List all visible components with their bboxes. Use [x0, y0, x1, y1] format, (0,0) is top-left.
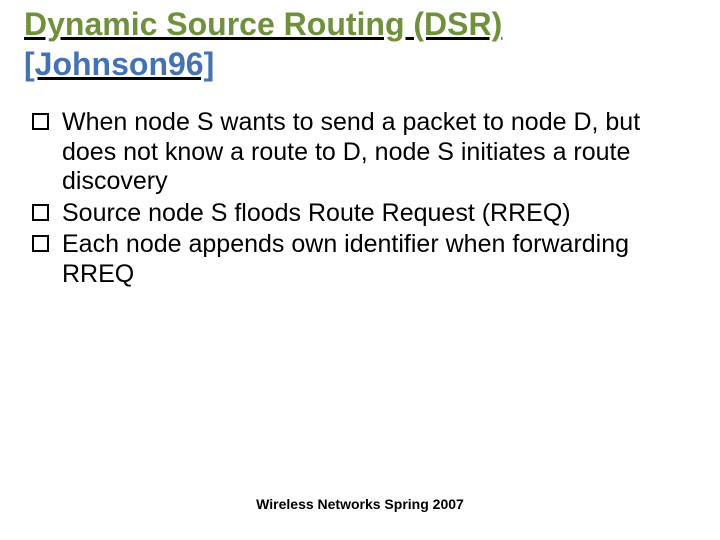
list-item: Each node appends own identifier when fo…	[32, 230, 688, 289]
slide-footer: Wireless Networks Spring 2007	[0, 496, 720, 512]
list-item: Source node S floods Route Request (RREQ…	[32, 199, 688, 229]
slide-title: Dynamic Source Routing (DSR) [Johnson96]	[24, 4, 696, 84]
square-bullet-icon	[32, 204, 49, 221]
square-bullet-icon	[32, 235, 49, 252]
title-line-1: Dynamic Source Routing (DSR)	[24, 6, 502, 42]
slide: Dynamic Source Routing (DSR) [Johnson96]…	[0, 0, 720, 540]
bullet-text: Each node appends own identifier when fo…	[62, 230, 629, 288]
title-line-2: [Johnson96]	[24, 46, 214, 82]
list-item: When node S wants to send a packet to no…	[32, 108, 688, 197]
square-bullet-icon	[32, 113, 49, 130]
bullet-text: When node S wants to send a packet to no…	[62, 108, 640, 195]
bullet-text: Source node S floods Route Request (RREQ…	[62, 199, 571, 227]
bullet-list: When node S wants to send a packet to no…	[24, 108, 696, 289]
